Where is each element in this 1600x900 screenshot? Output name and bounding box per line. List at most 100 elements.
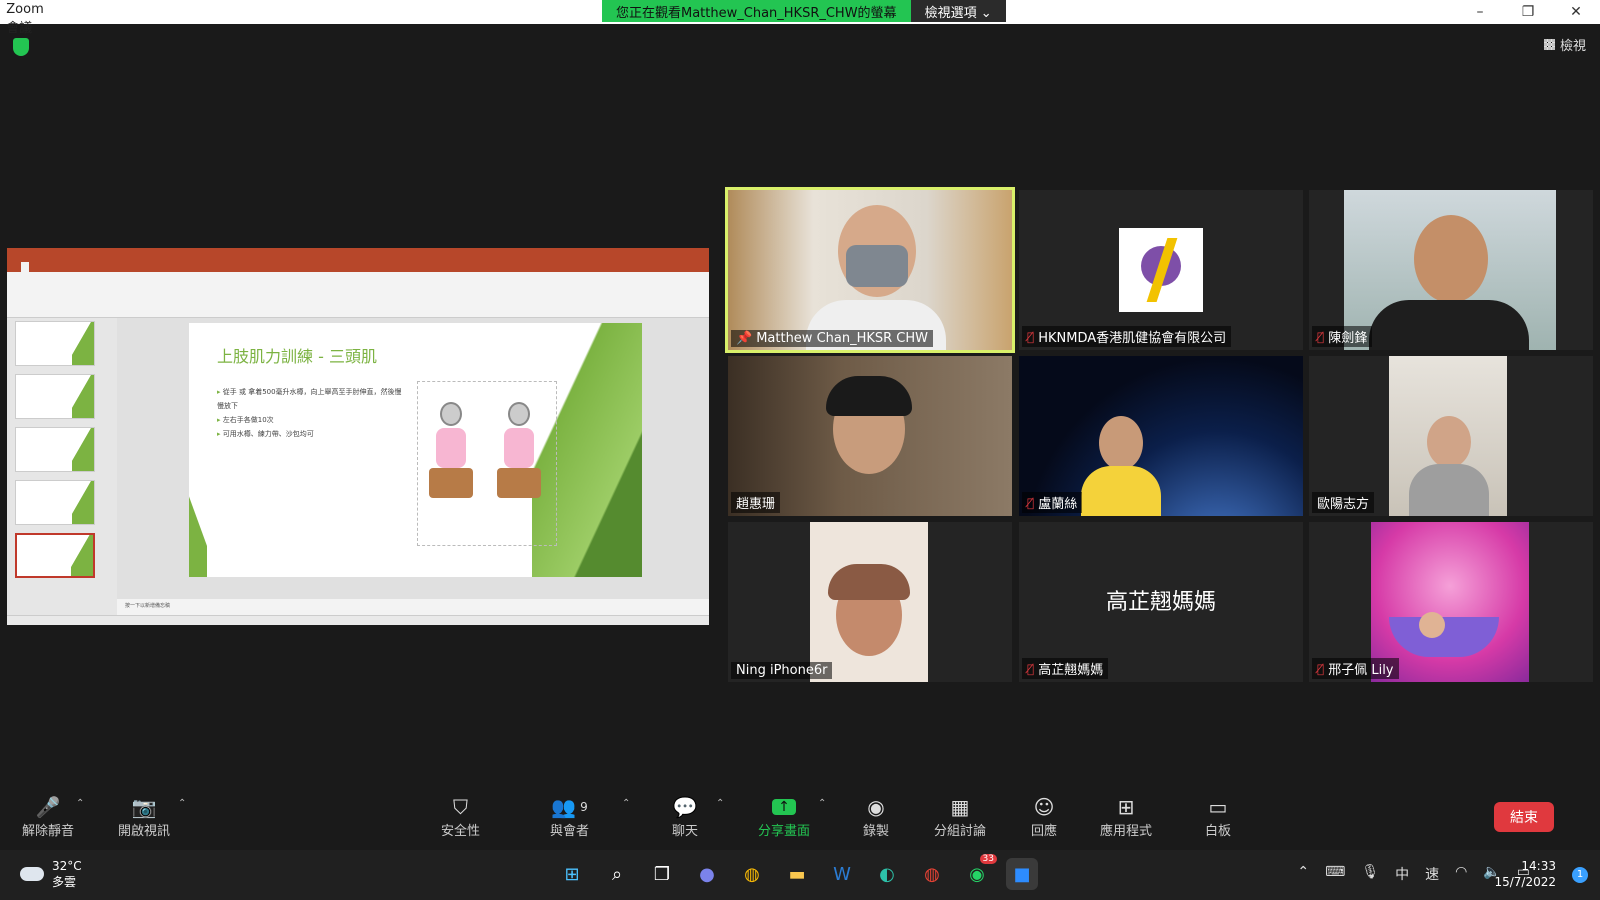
slide-decoration: [189, 467, 207, 577]
start-video-button[interactable]: 📷 開啟視訊: [118, 794, 170, 839]
windows-start-icon[interactable]: ⊞: [556, 858, 588, 890]
minimize-icon[interactable]: –: [1456, 0, 1504, 24]
seated-woman-image: [426, 402, 476, 512]
slide-bullet: 從手 或 拿着500毫升水樽，向上舉高至手肘伸直，然後慢慢放下: [217, 385, 407, 413]
ime-mode[interactable]: 速: [1425, 864, 1439, 884]
screen-share-banner: 您正在觀看Matthew_Chan_HKSR_CHW的螢幕 檢視選項 ⌄: [602, 0, 1006, 22]
mic-muted-icon: 🎙̸: [1317, 329, 1325, 344]
slide-title: 上肢肌力訓練 - 三頭肌: [217, 347, 377, 366]
participant-label: Ning iPhone6r: [731, 662, 833, 679]
edge-icon[interactable]: ◐: [871, 858, 903, 890]
pin-icon: 📌: [736, 331, 753, 346]
participants-count: 9: [580, 800, 588, 814]
video-tile[interactable]: 📌 Matthew Chan_HKSR CHW: [725, 187, 1015, 353]
file-explorer-icon[interactable]: ▬: [781, 858, 813, 890]
view-button[interactable]: 檢視: [1543, 35, 1586, 54]
window-title: Zoom 會議: [6, 2, 44, 36]
apps-icon: ⊞: [1117, 795, 1135, 819]
reactions-button[interactable]: ☺ 回應: [1031, 794, 1057, 839]
window-titlebar: Zoom 會議 您正在觀看Matthew_Chan_HKSR_CHW的螢幕 檢視…: [0, 0, 1600, 36]
video-tile[interactable]: 🎙̸ 邢子佩 Lily: [1309, 522, 1593, 682]
slide-bullets: 從手 或 拿着500毫升水樽，向上舉高至手肘伸直，然後慢慢放下 左右手各做10次…: [217, 385, 407, 441]
breakout-rooms-button[interactable]: ▦ 分組討論: [934, 794, 986, 839]
video-off-icon: 📷: [131, 795, 157, 819]
chrome-profile-icon[interactable]: ◍: [916, 858, 948, 890]
unmute-label: 解除靜音: [22, 824, 75, 839]
search-icon[interactable]: ⌕: [601, 858, 633, 890]
share-chevron-icon[interactable]: ⌃: [818, 798, 826, 809]
video-tile[interactable]: 趙惠珊: [728, 356, 1012, 516]
chrome-icon[interactable]: ◍: [736, 858, 768, 890]
weather-widget[interactable]: 32°C 多雲: [20, 858, 82, 890]
word-icon[interactable]: W: [826, 858, 858, 890]
chat-chevron-icon[interactable]: ⌃: [716, 798, 724, 809]
audio-options-chevron-icon[interactable]: ⌃: [76, 798, 84, 809]
record-button[interactable]: ◉ 錄製: [863, 794, 889, 839]
video-tile[interactable]: 🎙̸ 陳劍鋒: [1309, 190, 1593, 350]
slide-bullet: 左右手各做10次: [217, 413, 407, 427]
slide-thumbnail: [15, 427, 95, 472]
teams-chat-icon[interactable]: ●: [691, 858, 723, 890]
slide-notes: 按一下以新增備忘稿: [117, 599, 709, 615]
ppt-titlebar: [7, 248, 709, 262]
ime-language[interactable]: 中: [1395, 864, 1409, 884]
participant-name: HKNMDA香港肌健協會有限公司: [1038, 331, 1227, 346]
video-tile[interactable]: Ning iPhone6r: [728, 522, 1012, 682]
view-options-button[interactable]: 檢視選項 ⌄: [910, 0, 1006, 22]
whiteboard-icon: ▭: [1208, 795, 1228, 819]
windows-taskbar: 32°C 多雲 ⊞ ⌕ ❐ ● ◍ ▬ W ◐ ◍ ◉ 33 ■ ⌃ ⌨ 🎙 中 …: [0, 850, 1600, 900]
restore-icon[interactable]: ❐: [1504, 0, 1552, 24]
chat-button[interactable]: 💬 聊天: [672, 794, 698, 839]
app-title: Zoom 會議: [3, 2, 44, 36]
ppt-ribbon-tabs: [7, 262, 709, 272]
temperature: 32°C: [52, 859, 82, 873]
unmute-button[interactable]: 🎤 解除靜音: [22, 794, 74, 839]
slide-thumbnail: [15, 480, 95, 525]
video-options-chevron-icon[interactable]: ⌃: [178, 798, 186, 809]
apps-button[interactable]: ⊞ 應用程式: [1100, 794, 1152, 839]
chat-label: 聊天: [672, 824, 699, 839]
chevron-up-icon[interactable]: ⌃: [1297, 864, 1309, 884]
participant-display-name: 高芷翹媽媽: [1105, 590, 1216, 615]
participants-button[interactable]: 👥 9 與會者: [550, 794, 589, 839]
slide-area: 上肢肌力訓練 - 三頭肌 從手 或 拿着500毫升水樽，向上舉高至手肘伸直，然後…: [117, 318, 709, 615]
ppt-statusbar: [7, 615, 709, 625]
whiteboard-button[interactable]: ▭ 白板: [1205, 794, 1231, 839]
slide-thumbnails: [7, 318, 117, 615]
close-icon[interactable]: ✕: [1552, 0, 1600, 24]
participant-label: 📌 Matthew Chan_HKSR CHW: [731, 330, 934, 347]
whatsapp-icon[interactable]: ◉ 33: [961, 854, 997, 890]
participants-chevron-icon[interactable]: ⌃: [622, 798, 630, 809]
taskbar-apps: ⊞ ⌕ ❐ ● ◍ ▬ W ◐ ◍ ◉ 33 ■: [556, 854, 1038, 890]
wifi-icon[interactable]: ◠: [1455, 864, 1467, 884]
participant-label: 🎙̸ 陳劍鋒: [1312, 326, 1373, 347]
encryption-shield-icon[interactable]: [13, 38, 29, 56]
video-tile[interactable]: 🎙̸ HKNMDA香港肌健協會有限公司: [1019, 190, 1303, 350]
zoom-taskbar-icon[interactable]: ■: [1006, 858, 1038, 890]
video-tile[interactable]: 🎙̸ 盧蘭絲: [1019, 356, 1303, 516]
mic-muted-icon: 🎤: [35, 795, 61, 819]
clock[interactable]: 14:33 15/7/2022: [1494, 858, 1556, 890]
microphone-icon[interactable]: 🎙: [1361, 864, 1379, 884]
participant-name: 趙惠珊: [736, 497, 776, 512]
share-label: 分享畫面: [758, 824, 811, 839]
participant-label: 🎙̸ HKNMDA香港肌健協會有限公司: [1022, 326, 1232, 347]
task-view-icon[interactable]: ❐: [646, 858, 678, 890]
participant-name: 高芷翹媽媽: [1038, 663, 1104, 678]
participant-label: 🎙̸ 盧蘭絲: [1022, 492, 1083, 513]
keyboard-icon[interactable]: ⌨: [1325, 864, 1345, 884]
security-button[interactable]: ⛉ 安全性: [441, 794, 480, 839]
participant-label: 趙惠珊: [731, 492, 781, 513]
end-meeting-button[interactable]: 結束: [1494, 802, 1554, 832]
notification-badge[interactable]: 1: [1572, 867, 1588, 883]
clock-date: 15/7/2022: [1494, 875, 1556, 889]
shared-screen[interactable]: 上肢肌力訓練 - 三頭肌 從手 或 拿着500毫升水樽，向上舉高至手肘伸直，然後…: [7, 248, 709, 625]
seated-woman-arm-raised-image: [494, 402, 544, 512]
chat-icon: 💬: [672, 795, 698, 819]
share-screen-button[interactable]: ↑ 分享畫面: [758, 794, 810, 839]
share-screen-icon: ↑: [758, 794, 810, 820]
participant-name: 邢子佩 Lily: [1328, 663, 1394, 678]
security-label: 安全性: [441, 824, 481, 839]
video-tile[interactable]: 歐陽志方: [1309, 356, 1593, 516]
video-tile[interactable]: 高芷翹媽媽 🎙̸ 高芷翹媽媽: [1019, 522, 1303, 682]
